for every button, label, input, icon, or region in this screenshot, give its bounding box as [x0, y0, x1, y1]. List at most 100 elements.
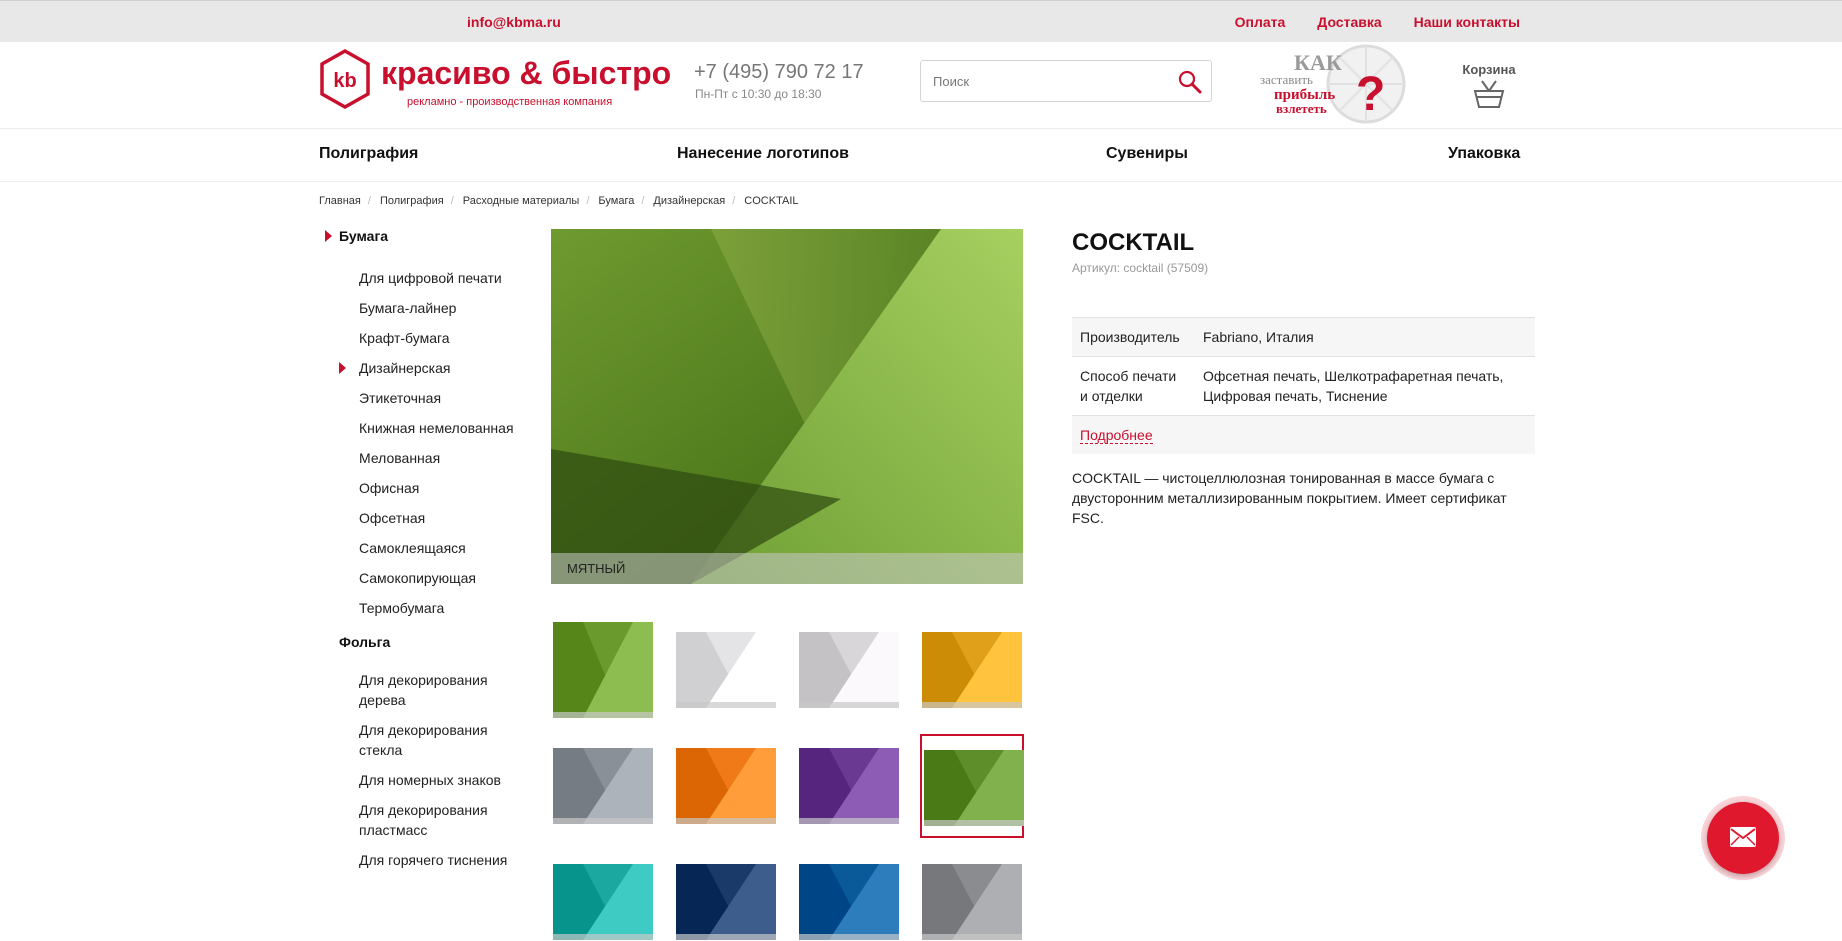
nav-souvenirs[interactable]: Сувениры — [1106, 145, 1188, 163]
sidebar-item[interactable]: Для декорирования пластмасс — [319, 800, 519, 840]
mail-icon — [1730, 827, 1756, 847]
sidebar-item-label[interactable]: Крафт-бумага — [359, 330, 450, 346]
thumbnail-selected[interactable] — [920, 734, 1024, 838]
sidebar-item[interactable]: Для цифровой печати — [319, 268, 519, 288]
color-swatch — [924, 750, 1024, 826]
breadcrumb: Главная / Полиграфия / Расходные материалы… — [319, 195, 799, 207]
sidebar-category-foil[interactable]: Фольга — [319, 634, 519, 658]
logo-name: красиво & быстро — [381, 55, 672, 91]
thumbnail[interactable] — [674, 734, 778, 838]
phone-number[interactable]: +7 (495) 790 72 17 — [694, 61, 864, 84]
sidebar-item[interactable]: Книжная немелованная — [319, 418, 519, 438]
sidebar-item[interactable]: Для декорирования дерева — [319, 670, 519, 710]
site-logo[interactable]: kb красиво & быстро рекламно - производс… — [319, 49, 671, 115]
color-swatch — [799, 632, 899, 708]
thumbnail[interactable] — [797, 850, 901, 941]
sidebar-category-label: Бумага — [339, 228, 389, 244]
promo-banner[interactable]: КАК заставить прибыль взлететь ? — [1258, 42, 1418, 126]
promo-line2: заставить — [1260, 72, 1313, 87]
logo-mark: kb — [333, 70, 356, 92]
product-main-image[interactable]: МЯТНЫЙ — [551, 229, 1023, 584]
email-link[interactable]: info@kbma.ru — [467, 14, 561, 30]
sidebar-item-label[interactable]: Самоклеящаяся — [359, 540, 466, 556]
sidebar-item[interactable]: Для номерных знаков — [319, 770, 519, 790]
basket-icon — [1473, 80, 1505, 108]
sidebar-item-label[interactable]: Этикеточная — [359, 390, 441, 406]
sidebar-item-label[interactable]: Офсетная — [359, 510, 425, 526]
thumbnail[interactable] — [797, 734, 901, 838]
breadcrumb-home[interactable]: Главная — [319, 195, 361, 207]
spec-value: Офсетная печать, Шелкотрафаретная печать… — [1195, 356, 1535, 416]
top-link-payment[interactable]: Оплата — [1235, 14, 1286, 30]
swatch-caption-strip — [553, 712, 653, 718]
nav-packaging[interactable]: Упаковка — [1448, 145, 1520, 163]
thumbnail[interactable] — [920, 850, 1024, 941]
breadcrumb-designer[interactable]: Дизайнерская — [653, 195, 725, 207]
top-link-delivery[interactable]: Доставка — [1317, 14, 1381, 30]
swatch-caption-strip — [676, 702, 776, 708]
contact-mail-button[interactable] — [1707, 802, 1779, 874]
sidebar-item-label[interactable]: Дизайнерская — [359, 360, 450, 376]
swatch-caption-strip — [922, 934, 1022, 940]
thumbnail[interactable] — [674, 850, 778, 941]
thumbnail[interactable] — [551, 734, 655, 838]
sidebar-item-label[interactable]: Самокопирующая — [359, 570, 476, 586]
sidebar-item[interactable]: Самокопирующая — [319, 568, 519, 588]
thumbnail[interactable] — [920, 618, 1024, 722]
spec-label: Способ печати и отделки — [1072, 356, 1195, 416]
sidebar-item-label[interactable]: Для цифровой печати — [359, 270, 502, 286]
sidebar-item-label[interactable]: Для горячего тиснения — [359, 852, 507, 868]
sidebar-item[interactable]: Бумага-лайнер — [319, 298, 519, 318]
sidebar-item-label[interactable]: Термобумага — [359, 600, 444, 616]
thumbnail[interactable] — [797, 618, 901, 722]
nav-logo-application[interactable]: Нанесение логотипов — [677, 145, 849, 163]
top-link-contacts[interactable]: Наши контакты — [1414, 14, 1520, 30]
breadcrumb-current: COCKTAIL — [744, 195, 799, 207]
breadcrumb-consumables[interactable]: Расходные материалы — [463, 195, 580, 207]
search-icon[interactable] — [1177, 69, 1203, 95]
sidebar-item[interactable]: Офисная — [319, 478, 519, 498]
thumbnail[interactable] — [551, 618, 655, 722]
sidebar-item-label[interactable]: Для декорирования стекла — [359, 722, 488, 758]
sidebar-item-label[interactable]: Бумага-лайнер — [359, 300, 456, 316]
nav-printing[interactable]: Полиграфия — [319, 145, 418, 163]
sidebar-item[interactable]: Для декорирования стекла — [319, 720, 519, 760]
sidebar-item-label[interactable]: Офисная — [359, 480, 419, 496]
sidebar-item[interactable]: Этикеточная — [319, 388, 519, 408]
sidebar-item-label[interactable]: Книжная немелованная — [359, 420, 514, 436]
cart-label: Корзина — [1462, 62, 1516, 77]
more-details-link[interactable]: Подробнее — [1080, 427, 1153, 444]
swatch-caption-strip — [676, 818, 776, 824]
spec-row: Способ печати и отделки Офсетная печать,… — [1072, 356, 1535, 416]
sidebar-item[interactable]: Мелованная — [319, 448, 519, 468]
thumbnail[interactable] — [674, 618, 778, 722]
main-nav: Полиграфия Нанесение логотипов Сувениры … — [0, 129, 1842, 182]
swatch-caption-strip — [799, 934, 899, 940]
search-input[interactable] — [933, 61, 1163, 101]
sidebar-category-paper[interactable]: Бумага — [319, 228, 519, 252]
sidebar-item[interactable]: Термобумага — [319, 598, 519, 618]
breadcrumb-sep: / — [586, 195, 590, 207]
thumbnail[interactable] — [551, 850, 655, 941]
swatch-caption-strip — [799, 818, 899, 824]
sidebar-item-label[interactable]: Мелованная — [359, 450, 440, 466]
sidebar-item[interactable]: Самоклеящаяся — [319, 538, 519, 558]
color-swatch — [553, 864, 653, 940]
sidebar-item[interactable]: Крафт-бумага — [319, 328, 519, 348]
sidebar-item[interactable]: Для горячего тиснения — [319, 850, 519, 870]
logo-subtitle: рекламно - производственная компания — [407, 96, 613, 108]
sidebar-item-active[interactable]: Дизайнерская — [319, 358, 519, 378]
breadcrumb-printing[interactable]: Полиграфия — [380, 195, 444, 207]
sidebar-item-label[interactable]: Для декорирования пластмасс — [359, 802, 488, 838]
spec-value: Fabriano, Италия — [1195, 317, 1535, 357]
active-arrow-icon — [339, 362, 346, 374]
image-caption: МЯТНЫЙ — [551, 553, 1023, 584]
breadcrumb-paper[interactable]: Бумага — [598, 195, 634, 207]
sidebar-item[interactable]: Офсетная — [319, 508, 519, 528]
swatch-caption-strip — [553, 818, 653, 824]
product-sku: Артикул: cocktail (57509) — [1072, 261, 1209, 275]
sidebar-item-label[interactable]: Для номерных знаков — [359, 772, 501, 788]
cart[interactable]: Корзина — [1452, 62, 1526, 114]
sidebar-item-label[interactable]: Для декорирования дерева — [359, 672, 488, 708]
promo-line4: взлететь — [1276, 101, 1327, 116]
